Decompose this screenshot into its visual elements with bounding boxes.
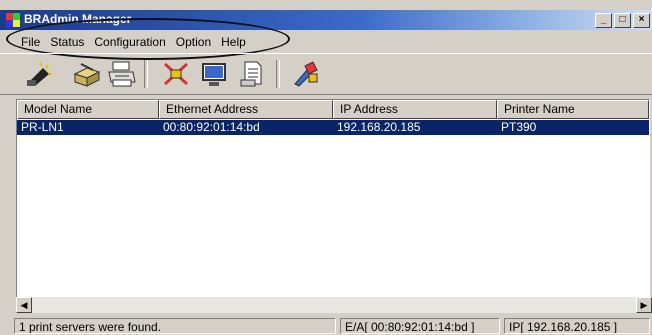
color-printer-button[interactable] [290, 59, 322, 89]
status-ethernet-address: E/A[ 00:80:92:01:14:bd ] [340, 318, 500, 334]
menu-file[interactable]: File [21, 35, 40, 49]
cell-printer-name: PT390 [501, 120, 537, 134]
status-bar: 1 print servers were found. E/A[ 00:80:9… [0, 317, 652, 335]
column-printer-name[interactable]: Printer Name [497, 100, 649, 119]
scroll-right-button[interactable]: ▶ [636, 297, 652, 313]
configure-printer-icon [73, 63, 101, 87]
status-ip-address: IP[ 192.168.20.185 ] [504, 318, 650, 334]
toolbar-separator [276, 60, 280, 88]
minimize-button[interactable]: _ [595, 13, 612, 28]
column-model-name[interactable]: Model Name [17, 100, 159, 119]
color-printer-icon [294, 61, 318, 87]
column-ethernet-address[interactable]: Ethernet Address [159, 100, 333, 119]
menu-option[interactable]: Option [176, 35, 211, 49]
cell-ethernet-address: 00:80:92:01:14:bd [163, 120, 260, 134]
web-browser-button[interactable] [198, 59, 230, 89]
app-window: BRAdmin Manager _ □ × File Status Config… [0, 0, 652, 335]
print-server-icon [108, 61, 136, 87]
configure-printer-button[interactable] [70, 59, 102, 89]
settings-tool-icon [240, 61, 262, 87]
app-icon [6, 13, 20, 27]
table-row[interactable]: PR-LN1 00:80:92:01:14:bd 192.168.20.185 … [17, 120, 649, 135]
disconnect-button[interactable] [160, 59, 192, 89]
menu-bar: File Status Configuration Option Help [0, 32, 652, 52]
cell-ip-address: 192.168.20.185 [337, 120, 421, 134]
window-title: BRAdmin Manager [24, 12, 132, 26]
title-bar[interactable]: BRAdmin Manager _ □ × [0, 10, 652, 30]
menu-help[interactable]: Help [221, 35, 246, 49]
disconnect-icon [163, 62, 189, 86]
web-browser-icon [202, 63, 226, 86]
list-header: Model Name Ethernet Address IP Address P… [17, 100, 649, 119]
print-server-button[interactable] [106, 59, 138, 89]
toolbar-separator [144, 60, 148, 88]
menu-configuration[interactable]: Configuration [94, 35, 165, 49]
status-message: 1 print servers were found. [14, 318, 336, 334]
maximize-button[interactable]: □ [614, 13, 631, 28]
horizontal-scrollbar[interactable]: ◀ ▶ [16, 297, 652, 313]
close-button[interactable]: × [633, 13, 650, 28]
menu-status[interactable]: Status [50, 35, 84, 49]
column-ip-address[interactable]: IP Address [333, 100, 497, 119]
toolbar [0, 53, 652, 95]
print-server-list[interactable]: Model Name Ethernet Address IP Address P… [16, 99, 650, 298]
search-printer-icon [27, 62, 53, 86]
scroll-left-button[interactable]: ◀ [16, 297, 32, 313]
search-printer-button[interactable] [24, 59, 56, 89]
cell-model-name: PR-LN1 [21, 120, 64, 134]
settings-tool-button[interactable] [236, 59, 268, 89]
